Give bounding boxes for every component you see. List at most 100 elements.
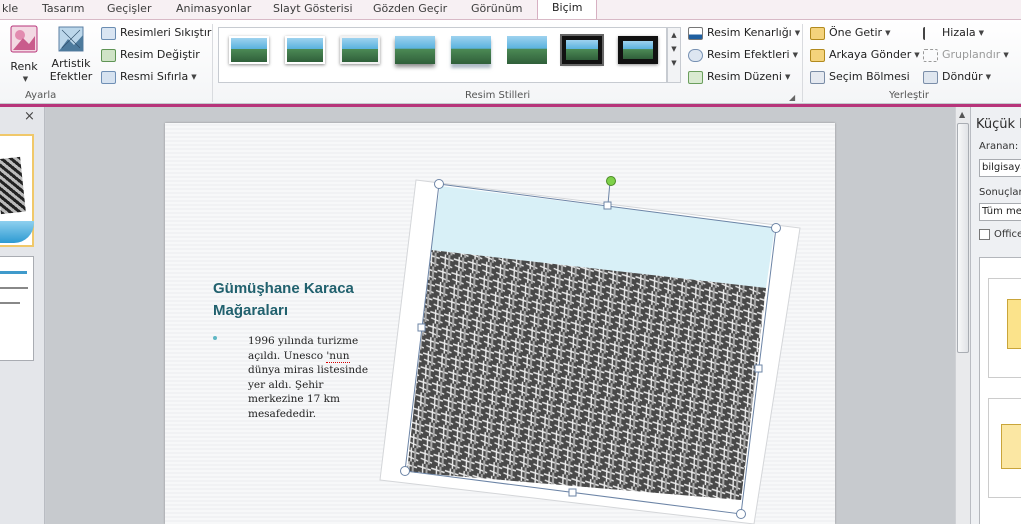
tab-transitions[interactable]: Geçişler [107,1,151,19]
thumbnail-image [0,156,26,215]
slide-thumbnail-2[interactable] [0,256,34,361]
picture-layout-button[interactable]: Resim Düzeni ▼ [688,68,790,86]
resize-handle-left[interactable] [417,323,426,332]
reset-picture-label: Resmi Sıfırla [120,70,189,83]
picture-border-label: Resim Kenarlığı [707,26,792,39]
clip-art-item[interactable] [988,278,1021,378]
resize-handle-right[interactable] [754,364,763,373]
results-label: Sonuçlar [979,187,1021,198]
chevron-down-icon: ▼ [794,29,801,37]
artistic-label-2: Efektler [49,70,93,83]
ribbon-tabs: kle Tasarım Geçişler Animasyonlar Slayt … [0,0,1021,20]
scrollbar-thumb[interactable] [957,123,969,353]
color-icon [10,25,38,53]
gallery-scroll[interactable]: ▲ ▼ ▼ [667,27,681,83]
tab-format[interactable]: Biçim [537,0,598,19]
slide-title[interactable]: Gümüşhane Karaca Mağaraları [213,278,383,322]
thumbnail-text [0,302,20,304]
resize-handle-bottom-right[interactable] [736,509,746,519]
search-label: Aranan: [979,141,1019,152]
scroll-up-icon[interactable]: ▲ [959,110,965,119]
scroll-up-icon[interactable]: ▲ [668,31,680,39]
picture-frame[interactable] [370,170,810,524]
body-text-part2: dünya miras listesinde yer aldı. Şehir m… [248,364,369,420]
tab-insert[interactable]: kle [2,1,18,19]
selection-pane-icon [810,70,825,84]
close-icon[interactable]: × [24,109,35,124]
artistic-effects-icon [58,26,84,52]
pane-title: Küçük R [976,117,1021,132]
artistic-label-1: Artistik [51,57,91,70]
group-divider [212,24,213,102]
thumbnail-wave [0,221,34,243]
picture-effects-button[interactable]: Resim Efektleri ▼ [688,46,798,64]
picture-style-thumbnail[interactable] [451,36,491,64]
resize-handle-top[interactable] [603,201,612,210]
picture-border-button[interactable]: Resim Kenarlığı ▼ [688,24,800,42]
picture-styles-gallery[interactable] [218,27,667,83]
rotate-button[interactable]: Döndür ▼ [923,68,991,86]
artistic-effects-button[interactable]: Artistik Efektler [47,24,95,83]
search-input[interactable]: bilgisaya [979,159,1021,177]
picture-style-thumbnail[interactable] [560,34,604,66]
rotation-handle[interactable] [606,176,616,186]
compress-pictures-button[interactable]: Resimleri Sıkıştır [101,24,211,42]
picture-style-thumbnail[interactable] [285,36,325,64]
reset-picture-icon [101,70,116,84]
dialog-launcher-icon[interactable]: ◢ [789,93,795,102]
align-button[interactable]: Hizala ▼ [923,24,984,42]
compress-icon [101,26,116,40]
chevron-down-icon: ▼ [1003,51,1009,59]
vertical-scrollbar[interactable]: ▲ [955,107,970,524]
group-button[interactable]: Gruplandır ▼ [923,46,1009,64]
bring-forward-button[interactable]: Öne Getir ▼ [810,24,890,42]
scroll-down-icon[interactable]: ▼ [668,45,680,53]
change-picture-icon [101,48,116,62]
chevron-down-icon: ▼ [978,29,985,37]
rotate-icon [923,70,938,84]
picture-style-thumbnail[interactable] [340,36,380,64]
picture-style-thumbnail[interactable] [507,36,547,64]
change-picture-button[interactable]: Resim Değiştir [101,46,200,64]
picture-style-thumbnail[interactable] [229,36,269,64]
pen-icon [688,26,703,40]
tab-view[interactable]: Görünüm [471,1,522,19]
slide-body-text[interactable]: 1996 yılında turizme açıldı. Unesco 'nun… [248,334,373,421]
gallery-expand-icon[interactable]: ▼ [668,59,680,67]
chevron-down-icon: ▼ [22,75,29,83]
slide-thumbnail-1[interactable] [0,134,34,247]
group-divider [802,24,803,102]
chevron-down-icon: ▼ [792,51,798,59]
checkbox-box[interactable] [979,229,990,240]
clip-art-item[interactable] [988,398,1021,498]
chevron-down-icon: ▼ [914,51,920,59]
resize-handle-bottom[interactable] [568,488,577,497]
thumbnail-title [0,271,27,274]
results-dropdown[interactable]: Tüm med [979,203,1021,221]
selection-pane-label: Seçim Bölmesi [829,70,910,83]
clip-art-pane: Küçük R Aranan: bilgisaya Sonuçlar Tüm m… [970,107,1021,524]
office-label: Office [994,229,1021,240]
send-backward-icon [810,48,825,62]
color-button[interactable]: Renk ▼ [5,24,43,86]
bullet-icon [213,336,217,340]
send-backward-button[interactable]: Arkaya Gönder ▼ [810,46,920,64]
selection-pane-button[interactable]: Seçim Bölmesi [810,68,910,86]
reset-picture-button[interactable]: Resmi Sıfırla ▼ [101,68,197,86]
tab-design[interactable]: Tasarım [42,1,84,19]
spelling-error: 'nun [326,349,350,363]
picture-effects-label: Resim Efektleri [707,48,790,61]
color-label: Renk [10,60,38,73]
resize-handle-bottom-left[interactable] [400,466,410,476]
tab-review[interactable]: Gözden Geçir [373,1,447,19]
resize-handle-top-right[interactable] [771,223,781,233]
align-label: Hizala [942,26,976,39]
picture-style-thumbnail[interactable] [395,36,435,64]
office-checkbox[interactable]: Office [979,229,1021,240]
group-label-adjust: Ayarla [25,90,57,101]
picture-style-thumbnail[interactable] [618,36,658,64]
resize-handle-top-left[interactable] [434,179,444,189]
compress-label: Resimleri Sıkıştır [120,26,212,39]
tab-slideshow[interactable]: Slayt Gösterisi [273,1,353,19]
tab-animations[interactable]: Animasyonlar [176,1,251,19]
